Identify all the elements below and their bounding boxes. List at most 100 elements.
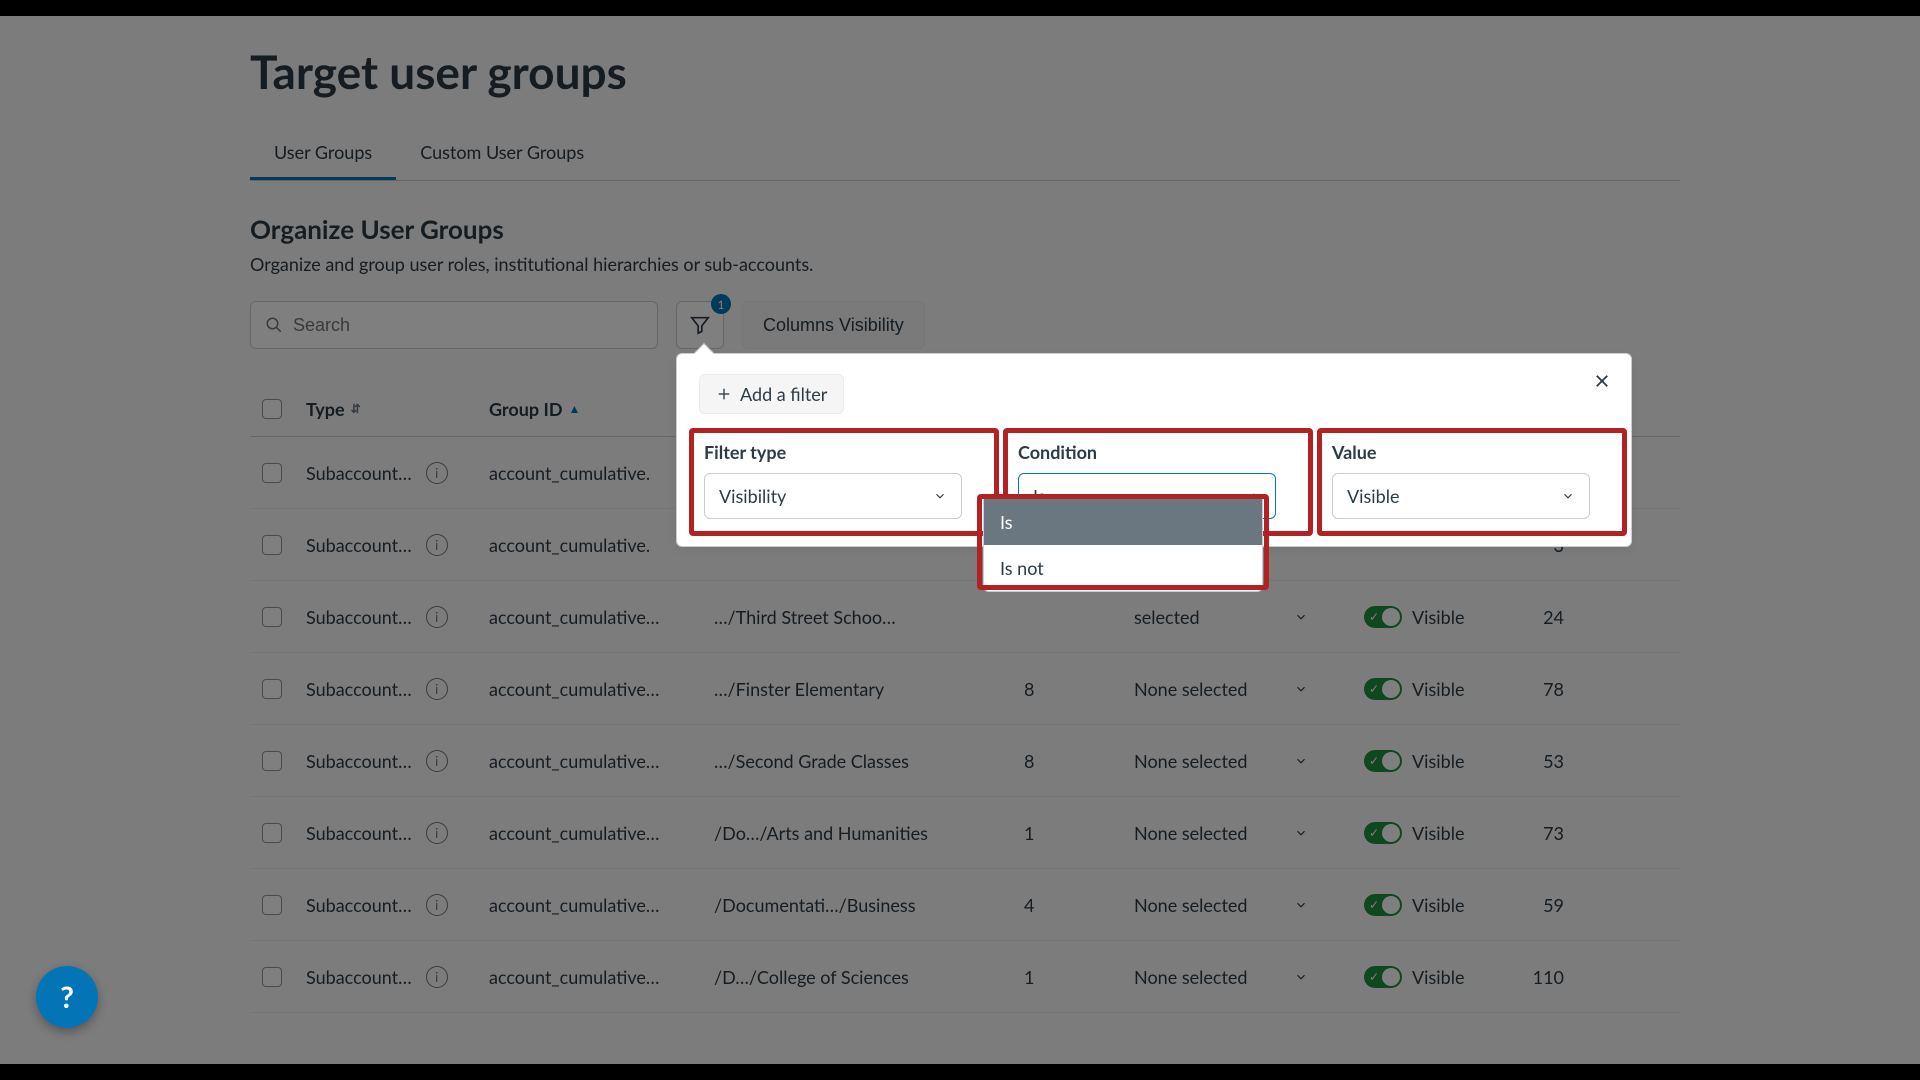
visibility-toggle[interactable]: ✓ [1364,822,1402,844]
value-value: Visible [1347,485,1399,507]
type-cell: Subaccount… [306,606,412,628]
chevron-down-icon [1294,754,1308,768]
condition-label: Condition [1018,441,1298,463]
group-id-cell: account_cumulative… [489,750,714,772]
chevron-down-icon [1561,489,1575,503]
row-checkbox[interactable] [262,823,282,843]
visibility-toggle[interactable]: ✓ [1364,894,1402,916]
close-icon [1593,372,1611,390]
path-cell: /Do…/Arts and Humanities [714,822,1014,844]
chevron-down-icon [1294,970,1308,984]
visibility-toggle[interactable]: ✓ [1364,750,1402,772]
table-row: Subaccount… i account_cumulative… /Do…/Ar… [250,797,1680,869]
info-icon[interactable]: i [426,750,448,772]
group-id-cell: account_cumulative… [489,822,714,844]
section-title: Organize User Groups [250,213,1680,245]
close-filter-popover[interactable] [1589,368,1615,394]
type-cell: Subaccount… [306,750,412,772]
row-checkbox[interactable] [262,607,282,627]
num-cell: 1 [1014,966,1134,988]
filter-type-label: Filter type [704,441,984,463]
highlight-box [977,494,1269,590]
row-checkbox[interactable] [262,751,282,771]
info-icon[interactable]: i [426,894,448,916]
filter-type-select[interactable]: Visibility [704,473,962,519]
path-cell: /D…/College of Sciences [714,966,1014,988]
num-cell: 8 [1014,750,1134,772]
tab-user-groups[interactable]: User Groups [250,127,396,180]
group-id-cell: account_cumulative… [489,678,714,700]
info-icon[interactable]: i [426,534,448,556]
info-icon[interactable]: i [426,606,448,628]
plus-icon [716,386,732,402]
search-input-wrap[interactable] [250,301,658,349]
type-cell: Subaccount… [306,894,412,916]
page-title: Target user groups [250,44,1680,99]
add-filter-label: Add a filter [740,383,827,405]
table-row: Subaccount… i account_cumulative… …/Third… [250,581,1680,653]
path-cell: /Documentati…/Business [714,894,1014,916]
chevron-down-icon [1294,826,1308,840]
row-checkbox[interactable] [262,679,282,699]
table-row: Subaccount…i account_cumulative… /Docume… [250,869,1680,941]
row-checkbox[interactable] [262,895,282,915]
section-desc: Organize and group user roles, instituti… [250,253,1680,275]
filter-type-value: Visibility [719,485,786,507]
row-checkbox[interactable] [262,967,282,987]
type-cell: Subaccount… [306,966,412,988]
info-icon[interactable]: i [426,678,448,700]
visibility-toggle[interactable]: ✓ [1364,966,1402,988]
roles-select[interactable]: None selected [1134,669,1314,709]
visibility-label: Visible [1412,678,1464,700]
col-type[interactable]: Type⇵ [306,398,489,420]
visibility-label: Visible [1412,606,1464,628]
group-id-cell: account_cumulative… [489,606,714,628]
count-cell: 53 [1494,750,1564,772]
visibility-label: Visible [1412,750,1464,772]
group-id-cell: account_cumulative… [489,966,714,988]
type-cell: Subaccount… [306,462,412,484]
num-cell: 4 [1014,894,1134,916]
row-checkbox[interactable] [262,535,282,555]
info-icon[interactable]: i [426,822,448,844]
chevron-down-icon [1294,682,1308,696]
count-cell: 59 [1494,894,1564,916]
table-row: Subaccount… i account_cumulative… /D…/Col… [250,941,1680,1013]
type-cell: Subaccount… [306,822,412,844]
info-icon[interactable]: i [426,462,448,484]
info-icon[interactable]: i [426,966,448,988]
roles-select[interactable]: None selected [1134,741,1314,781]
value-label: Value [1332,441,1612,463]
path-cell: …/Third Street Schoo… [714,606,1014,628]
type-cell: Subaccount… [306,534,412,556]
roles-select[interactable]: None selected [1134,813,1314,853]
chevron-down-icon [1294,610,1308,624]
value-select[interactable]: Visible [1332,473,1590,519]
count-cell: 78 [1494,678,1564,700]
tab-custom-user-groups[interactable]: Custom User Groups [396,127,608,180]
visibility-label: Visible [1412,822,1464,844]
visibility-toggle[interactable]: ✓ [1364,606,1402,628]
roles-select[interactable]: None selected [1134,885,1314,925]
visibility-toggle[interactable]: ✓ [1364,678,1402,700]
add-filter-button[interactable]: Add a filter [699,374,844,414]
tabs: User Groups Custom User Groups [250,127,1680,181]
filter-popover: Add a filter Filter type Visibility [676,353,1632,547]
columns-visibility-button[interactable]: Columns Visibility [742,301,925,349]
roles-select[interactable]: None selected [1134,957,1314,997]
type-cell: Subaccount… [306,678,412,700]
chevron-down-icon [933,489,947,503]
table-row: Subaccount…i account_cumulative… …/Finst… [250,653,1680,725]
chevron-down-icon [1294,898,1308,912]
funnel-icon [689,314,711,336]
num-cell: 8 [1014,678,1134,700]
roles-select[interactable]: selected [1134,597,1314,637]
select-all-checkbox[interactable] [262,399,282,419]
count-cell: 24 [1494,606,1564,628]
filter-button[interactable]: 1 [676,301,724,349]
table-row: Subaccount…i account_cumulative… …/Secon… [250,725,1680,797]
help-fab[interactable]: ? [36,966,98,1028]
search-input[interactable] [293,315,643,336]
row-checkbox[interactable] [262,463,282,483]
count-cell: 73 [1494,822,1564,844]
